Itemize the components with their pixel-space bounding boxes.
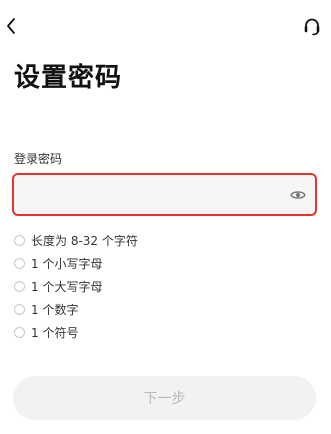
password-requirements-list: 长度为 8-32 个字符 1 个小写字母 1 个大写字母 1 个数字 1 个符号 bbox=[14, 229, 294, 344]
back-button[interactable] bbox=[1, 14, 21, 38]
requirement-status-circle-icon bbox=[14, 281, 25, 292]
next-step-button[interactable]: 下一步 bbox=[13, 376, 316, 420]
page-title: 设置密码 bbox=[14, 63, 123, 93]
requirement-text: 1 个小写字母 bbox=[31, 256, 103, 271]
chevron-left-icon bbox=[7, 18, 15, 34]
requirement-text: 1 个大写字母 bbox=[31, 279, 103, 294]
requirement-item: 长度为 8-32 个字符 bbox=[14, 229, 294, 252]
requirement-text: 1 个数字 bbox=[31, 302, 79, 317]
password-field-label: 登录密码 bbox=[14, 152, 63, 166]
toggle-password-visibility-button[interactable] bbox=[289, 186, 307, 204]
customer-support-button[interactable] bbox=[301, 16, 323, 38]
top-bar bbox=[0, 0, 331, 52]
requirement-status-circle-icon bbox=[14, 327, 25, 338]
eye-icon bbox=[290, 191, 306, 199]
requirement-status-circle-icon bbox=[14, 258, 25, 269]
requirement-item: 1 个小写字母 bbox=[14, 252, 294, 275]
headset-icon bbox=[304, 18, 320, 36]
password-input[interactable] bbox=[24, 175, 279, 214]
password-field[interactable] bbox=[12, 173, 317, 216]
requirement-status-circle-icon bbox=[14, 304, 25, 315]
requirement-item: 1 个数字 bbox=[14, 298, 294, 321]
requirement-status-circle-icon bbox=[14, 235, 25, 246]
requirement-item: 1 个大写字母 bbox=[14, 275, 294, 298]
set-password-screen: 设置密码 登录密码 长度为 8-32 个字符 1 个小写字母 1 个大写字母 1… bbox=[0, 0, 331, 434]
requirement-text: 1 个符号 bbox=[31, 325, 79, 340]
requirement-item: 1 个符号 bbox=[14, 321, 294, 344]
requirement-text: 长度为 8-32 个字符 bbox=[31, 233, 138, 248]
